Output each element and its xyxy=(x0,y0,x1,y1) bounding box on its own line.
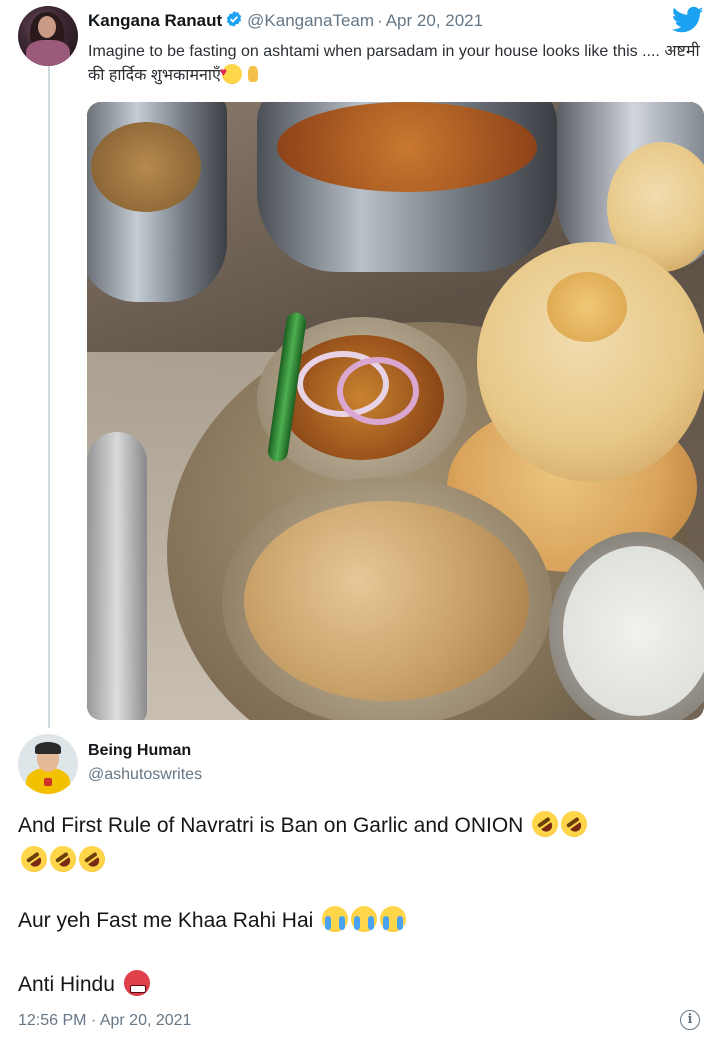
tweet-text: Imagine to be fasting on ashtami when pa… xyxy=(88,40,708,88)
rofl-emoji-icon xyxy=(15,840,53,878)
reply-text-line-3: Anti Hindu xyxy=(18,970,150,1000)
crying-face-emoji-icon xyxy=(380,906,407,932)
tweet-body: Imagine to be fasting on ashtami when pa… xyxy=(88,43,700,84)
tweet-date[interactable]: Apr 20, 2021 xyxy=(386,11,483,30)
rofl-emoji-icon xyxy=(556,805,593,843)
separator-dot: · xyxy=(377,11,383,30)
crying-face-emoji-icon xyxy=(351,906,378,932)
folded-hands-emoji-icon xyxy=(243,64,263,84)
reply-timestamp[interactable]: 12:56 PM · Apr 20, 2021 xyxy=(18,1012,191,1030)
tweet-header: Kangana Ranaut @KanganaTeam · Apr 20, 2021 xyxy=(88,10,483,33)
reply-emoji-row xyxy=(15,840,111,878)
reply-author-handle[interactable]: @ashutoswrites xyxy=(88,766,202,784)
tweet-photo[interactable] xyxy=(87,102,704,720)
smiling-face-with-hearts-emoji-icon xyxy=(220,60,242,84)
tweet-author-handle[interactable]: @KanganaTeam xyxy=(247,11,374,30)
verified-badge-icon xyxy=(225,10,243,33)
reply-line-3-text: Anti Hindu xyxy=(18,973,115,996)
reply-text-line-1: And First Rule of Navratri is Ban on Gar… xyxy=(18,805,593,843)
kangana-avatar[interactable] xyxy=(18,6,78,66)
reply-line-1-text: And First Rule of Navratri is Ban on Gar… xyxy=(18,814,524,837)
rofl-emoji-icon xyxy=(73,840,111,878)
angry-face-emoji-icon xyxy=(123,970,150,996)
being-human-avatar[interactable] xyxy=(18,734,78,794)
thread-connector-line xyxy=(48,64,50,728)
info-icon[interactable]: i xyxy=(680,1010,700,1030)
reply-line-2-text: Aur yeh Fast me Khaa Rahi Hai xyxy=(18,909,314,932)
reply-author-name[interactable]: Being Human xyxy=(88,742,191,760)
rofl-emoji-icon xyxy=(44,840,82,878)
rofl-emoji-icon xyxy=(527,805,564,843)
twitter-bird-icon[interactable] xyxy=(671,6,704,39)
tweet-author-name[interactable]: Kangana Ranaut xyxy=(88,11,222,30)
reply-text-line-2: Aur yeh Fast me Khaa Rahi Hai xyxy=(18,906,407,936)
crying-face-emoji-icon xyxy=(322,906,349,932)
